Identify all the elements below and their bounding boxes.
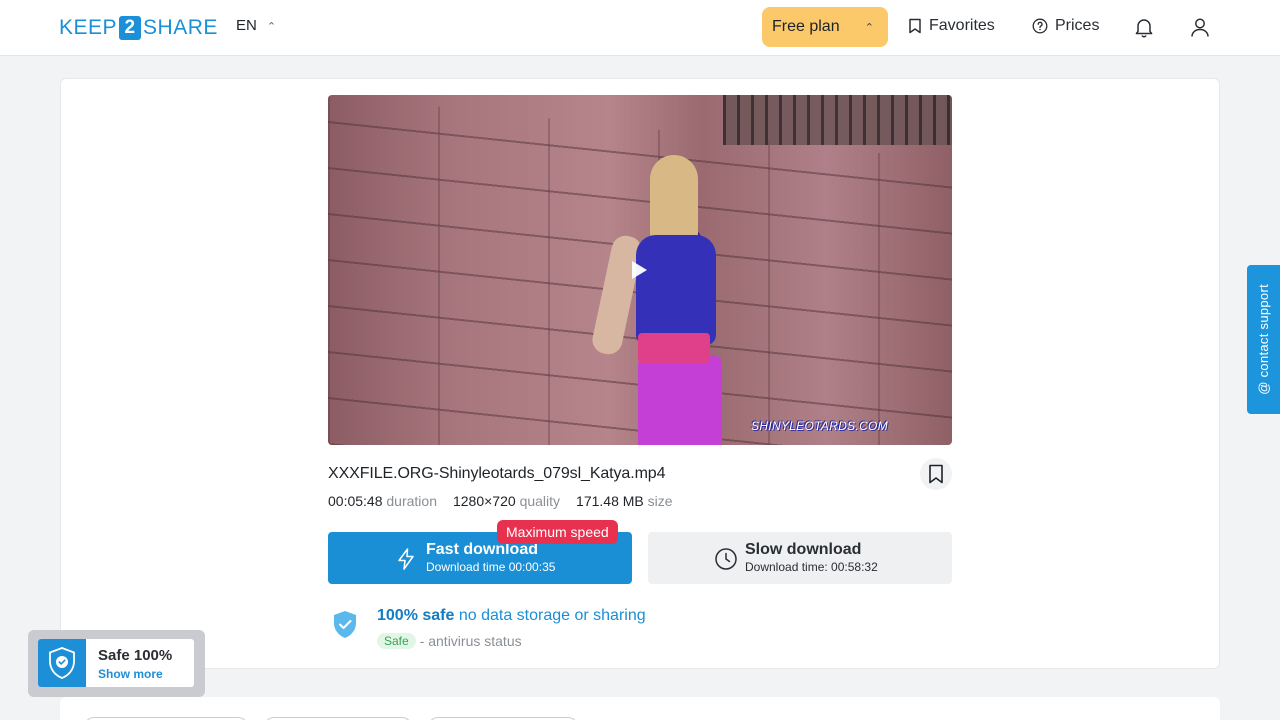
contact-support-label: @ contact support <box>1256 284 1271 395</box>
plan-label: Free plan <box>772 18 840 35</box>
safe-widget-title: Safe 100% <box>98 647 173 664</box>
prices-label: Prices <box>1055 17 1100 34</box>
shield-check-icon <box>49 647 75 679</box>
lightning-icon <box>398 548 414 570</box>
language-selector[interactable]: EN ⌃ <box>236 17 276 34</box>
logo-text-right: SHARE <box>143 15 218 39</box>
antivirus-status: Safe - antivirus status <box>377 633 522 649</box>
fast-download-text: Fast download Download time 00:00:35 <box>426 541 555 575</box>
plan-dropdown-button[interactable]: Free plan ⌃ <box>762 7 888 47</box>
top-header: KEEP 2 SHARE EN ⌃ Free plan ⌃ Favorites … <box>0 0 1280 56</box>
safety-text: no data storage or sharing <box>458 607 646 624</box>
safe-pill: Safe <box>377 633 416 649</box>
add-favorite-button[interactable] <box>920 458 952 490</box>
video-watermark: SHINYLEOTARDS.COM <box>751 419 888 433</box>
user-icon <box>1191 18 1209 37</box>
site-logo[interactable]: KEEP 2 SHARE <box>59 14 218 41</box>
bell-icon <box>1135 19 1153 38</box>
antivirus-text: - antivirus status <box>419 633 522 649</box>
prices-link[interactable]: Prices <box>1032 17 1099 35</box>
safety-line: 100% safe no data storage or sharing <box>377 607 646 625</box>
notifications-button[interactable] <box>1132 15 1156 39</box>
safe-widget-badge <box>38 639 86 687</box>
max-speed-badge: Maximum speed <box>497 520 618 544</box>
bookmark-icon <box>909 18 921 34</box>
size-value: 171.48 MB <box>576 493 644 509</box>
slow-download-text: Slow download Download time: 00:58:32 <box>745 541 878 575</box>
safe-widget[interactable]: Safe 100% Show more <box>28 630 205 697</box>
bookmark-icon <box>929 464 943 484</box>
file-name: XXXFILE.ORG-Shinyleotards_079sl_Katya.mp… <box>328 465 666 482</box>
contact-support-tab[interactable]: @ contact support <box>1247 265 1280 414</box>
favorites-label: Favorites <box>929 17 995 34</box>
help-circle-icon <box>1032 18 1048 34</box>
quality-label: quality <box>519 493 561 509</box>
language-label: EN <box>236 17 257 34</box>
logo-text-left: KEEP <box>59 15 118 39</box>
duration-label: duration <box>386 493 437 509</box>
video-figure <box>589 155 738 445</box>
size-label: size <box>647 493 673 509</box>
logo-number: 2 <box>119 15 142 40</box>
video-preview[interactable]: SHINYLEOTARDS.COM <box>328 95 952 445</box>
meta-size: 171.48 MB size <box>576 493 673 509</box>
slow-download-button[interactable]: Slow download Download time: 00:58:32 <box>648 532 952 584</box>
fast-download-time: Download time 00:00:35 <box>426 560 556 574</box>
clock-icon <box>715 548 737 570</box>
account-button[interactable] <box>1188 15 1212 39</box>
duration-value: 00:05:48 <box>328 493 383 509</box>
play-icon[interactable] <box>632 261 647 279</box>
meta-quality: 1280×720 quality <box>453 493 560 509</box>
quality-value: 1280×720 <box>452 493 516 509</box>
shield-check-icon <box>334 611 356 638</box>
chevron-up-icon: ⌃ <box>266 21 277 33</box>
slow-download-title: Slow download <box>745 541 862 558</box>
file-meta: 00:05:48 duration 1280×720 quality 171.4… <box>328 493 673 509</box>
meta-duration: 00:05:48 duration <box>328 493 437 509</box>
slow-download-time: Download time: 00:58:32 <box>745 560 878 574</box>
safety-bold: 100% safe <box>377 607 455 624</box>
safe-widget-body: Safe 100% Show more <box>38 639 194 687</box>
chevron-up-icon: ⌃ <box>864 21 874 34</box>
safe-widget-link[interactable]: Show more <box>98 667 163 681</box>
video-fence <box>723 95 952 145</box>
favorites-link[interactable]: Favorites <box>908 17 995 35</box>
